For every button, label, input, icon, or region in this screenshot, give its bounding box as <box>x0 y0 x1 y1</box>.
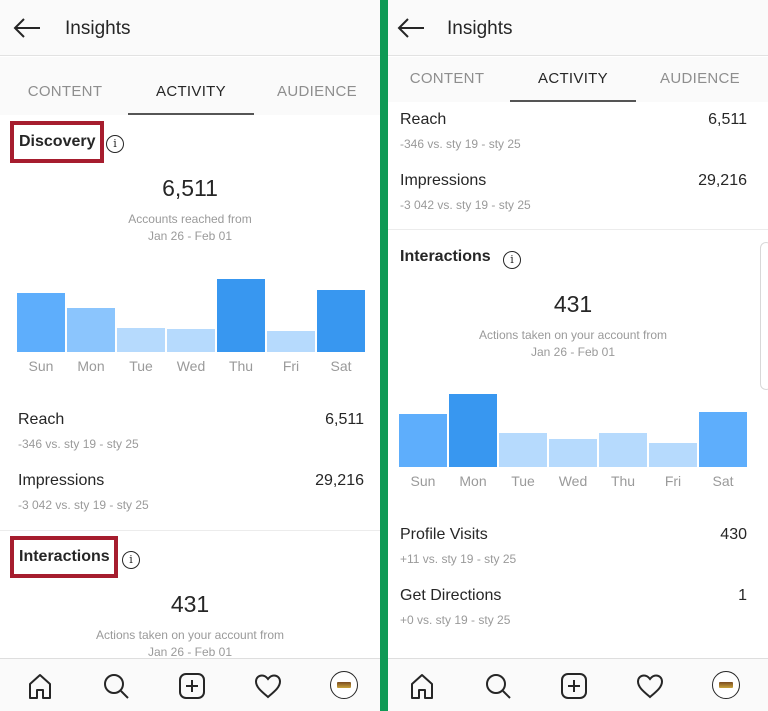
interactions-caption: Actions taken on your account from Jan 2… <box>0 627 380 661</box>
avatar-image <box>337 682 351 688</box>
day-label: Tue <box>511 473 535 489</box>
get-directions-delta: +0 vs. sty 19 - sty 25 <box>400 613 511 627</box>
bar-tue[interactable] <box>499 433 547 467</box>
page-title: Insights <box>447 18 513 39</box>
section-divider <box>388 229 768 230</box>
day-label: Thu <box>228 358 254 374</box>
interactions-value: 431 <box>553 291 593 317</box>
impressions-label: Impressions <box>400 172 487 189</box>
interactions-caption: Actions taken on your account from Jan 2… <box>388 327 763 361</box>
avatar-image <box>719 682 733 688</box>
caption-line: Actions taken on your account from <box>478 328 668 342</box>
day-label: Fri <box>664 473 682 489</box>
page-title: Insights <box>65 18 131 39</box>
activity-heart-icon[interactable] <box>253 671 283 701</box>
bottom-nav <box>388 658 768 711</box>
bottom-nav <box>0 658 380 711</box>
get-directions-label: Get Directions <box>400 587 502 604</box>
profile-visits-label: Profile Visits <box>400 526 488 543</box>
bar-thu[interactable] <box>599 432 647 467</box>
panel-divider <box>380 0 388 711</box>
bar-wed[interactable] <box>167 328 215 352</box>
interactions-title: Interactions <box>400 248 491 265</box>
day-label: Mon <box>77 358 105 374</box>
day-label: Sun <box>410 473 436 489</box>
day-label: Tue <box>129 358 153 374</box>
reach-delta: -346 vs. sty 19 - sty 25 <box>18 437 139 451</box>
day-label: Sun <box>28 358 54 374</box>
home-icon[interactable] <box>407 671 437 701</box>
bar-mon[interactable] <box>67 308 115 352</box>
profile-visits-value: 430 <box>720 526 747 543</box>
tab-bar: CONTENT ACTIVITY AUDIENCE <box>388 57 768 102</box>
caption-line: Actions taken on your account from <box>95 628 285 642</box>
top-bar: Insights <box>0 0 380 56</box>
tab-content[interactable]: CONTENT <box>2 57 128 115</box>
reach-value: 6,511 <box>708 111 747 128</box>
new-post-icon[interactable] <box>177 671 207 701</box>
reach-value: 6,511 <box>325 411 364 428</box>
tab-bar: CONTENT ACTIVITY AUDIENCE <box>0 57 380 115</box>
bar-fri[interactable] <box>649 442 697 467</box>
day-label: Wed <box>176 358 206 374</box>
info-icon[interactable]: i <box>106 135 124 153</box>
back-arrow-icon[interactable] <box>12 17 42 39</box>
left-screenshot-panel: Insights CONTENT ACTIVITY AUDIENCE Disco… <box>0 0 380 711</box>
day-label: Sat <box>712 473 734 489</box>
bar-thu[interactable] <box>217 279 265 352</box>
day-label: Wed <box>558 473 588 489</box>
reach-delta: -346 vs. sty 19 - sty 25 <box>400 137 521 151</box>
top-bar: Insights <box>388 0 768 56</box>
info-icon[interactable]: i <box>503 251 521 269</box>
profile-visits-delta: +11 vs. sty 19 - sty 25 <box>400 552 517 566</box>
home-icon[interactable] <box>25 671 55 701</box>
discovery-value: 6,511 <box>162 175 218 201</box>
day-label: Sat <box>330 358 352 374</box>
profile-avatar[interactable] <box>330 671 358 699</box>
reach-label: Reach <box>18 411 65 428</box>
bar-sun[interactable] <box>17 292 65 352</box>
profile-avatar[interactable] <box>712 671 740 699</box>
get-directions-value: 1 <box>738 587 747 604</box>
bar-tue[interactable] <box>117 327 165 352</box>
new-post-icon[interactable] <box>559 671 589 701</box>
interactions-value: 431 <box>170 591 210 617</box>
impressions-value: 29,216 <box>315 472 364 489</box>
search-icon[interactable] <box>483 671 513 701</box>
discovery-caption: Accounts reached from Jan 26 - Feb 01 <box>0 211 380 245</box>
tab-activity[interactable]: ACTIVITY <box>510 57 636 102</box>
section-divider <box>0 530 380 531</box>
tab-audience[interactable]: AUDIENCE <box>254 57 380 115</box>
bar-sat[interactable] <box>317 289 365 352</box>
impressions-label: Impressions <box>18 472 105 489</box>
reach-label: Reach <box>400 111 447 128</box>
bar-mon[interactable] <box>449 394 497 467</box>
bar-sun[interactable] <box>399 414 447 467</box>
tab-content[interactable]: CONTENT <box>388 57 510 102</box>
activity-heart-icon[interactable] <box>635 671 665 701</box>
discovery-bar-chart <box>0 242 380 352</box>
interactions-bar-chart <box>388 357 762 467</box>
bar-sat[interactable] <box>699 412 747 467</box>
discovery-title: Discovery <box>19 133 96 150</box>
back-arrow-icon[interactable] <box>396 17 426 39</box>
day-label: Mon <box>459 473 487 489</box>
impressions-value: 29,216 <box>698 172 747 189</box>
tab-audience[interactable]: AUDIENCE <box>637 57 763 102</box>
info-icon[interactable]: i <box>122 551 140 569</box>
bar-fri[interactable] <box>267 330 315 352</box>
impressions-delta: -3 042 vs. sty 19 - sty 25 <box>18 498 149 512</box>
bar-wed[interactable] <box>549 439 597 467</box>
search-icon[interactable] <box>101 671 131 701</box>
interactions-title: Interactions <box>19 548 110 565</box>
caption-line: Accounts reached from <box>128 212 252 226</box>
tab-activity[interactable]: ACTIVITY <box>128 57 254 115</box>
day-label: Fri <box>282 358 300 374</box>
day-label: Thu <box>610 473 636 489</box>
impressions-delta: -3 042 vs. sty 19 - sty 25 <box>400 198 531 212</box>
right-screenshot-panel: Reach 6,511 -346 vs. sty 19 - sty 25 Imp… <box>388 0 768 711</box>
